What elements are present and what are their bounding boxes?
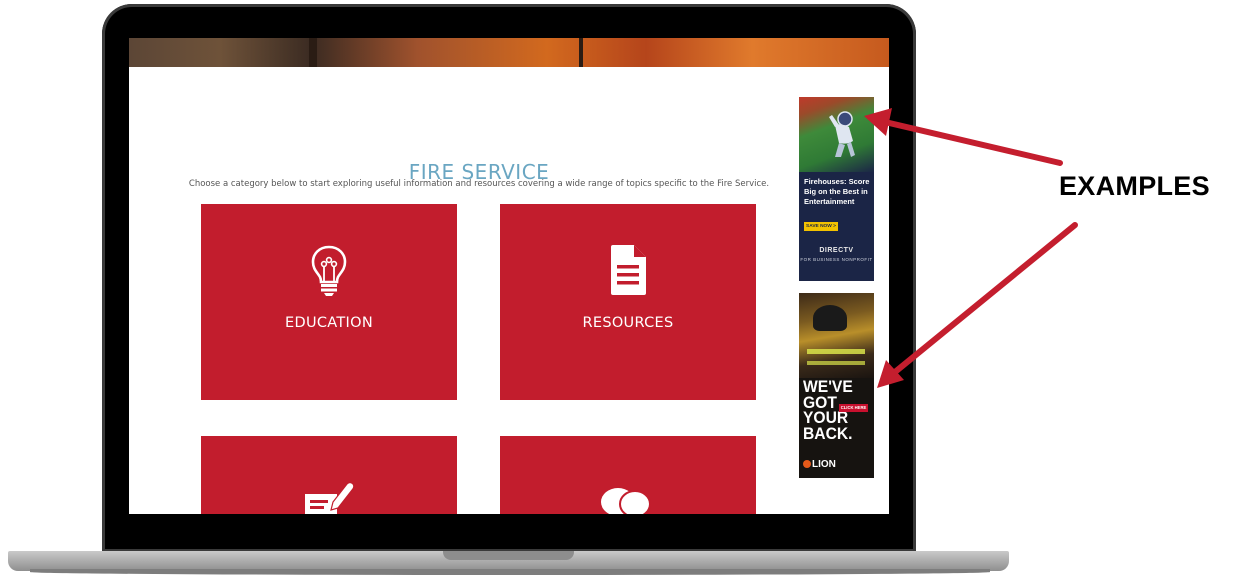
sidebar-ad-directv[interactable]: Firehouses: Score Big on the Best in Ent… [799, 97, 874, 281]
lightbulb-icon [311, 245, 347, 296]
ad-brand-logo: LION [803, 459, 836, 471]
annotation-arrow-lower [892, 222, 1078, 375]
ad-brand: LION [812, 459, 836, 470]
form-pen-icon [305, 481, 355, 514]
category-card-forms[interactable] [201, 436, 457, 514]
helmet-shape [813, 305, 847, 331]
ad-headline: Firehouses: Score Big on the Best in Ent… [804, 177, 870, 206]
annotation-label: EXAMPLES [1059, 171, 1210, 201]
document-icon [611, 245, 646, 295]
category-card-resources[interactable]: RESOURCES [500, 204, 756, 400]
laptop-base-shadow [30, 569, 990, 575]
page-subtitle: Choose a category below to start explori… [188, 179, 770, 189]
ad-brand-sub: FOR BUSINESS NONPROFIT [800, 257, 873, 262]
laptop-notch [443, 551, 574, 560]
category-card-education[interactable]: EDUCATION [201, 204, 457, 400]
reflective-stripe [807, 349, 865, 354]
sidebar-ad-lion[interactable]: WE'VE GOT YOUR BACK. CLICK HERE LION [799, 293, 874, 478]
lion-logo-icon [803, 460, 811, 468]
ad-cta-button[interactable]: CLICK HERE [839, 404, 868, 412]
ad-image [799, 293, 874, 378]
ad-cta-button[interactable]: SAVE NOW > [804, 222, 838, 231]
ad-brand: DIRECTV [819, 247, 854, 254]
speech-bubbles-icon [601, 488, 651, 514]
category-label: EDUCATION [285, 315, 373, 331]
category-label: RESOURCES [582, 315, 674, 331]
hero-banner [129, 38, 889, 67]
laptop-screen: FIRE SERVICE Choose a category below to … [129, 38, 889, 514]
hero-beam [309, 38, 317, 67]
category-card-discussion[interactable] [500, 436, 756, 514]
football-player-image [829, 111, 855, 157]
reflective-stripe [807, 361, 865, 365]
hero-beam [579, 38, 583, 67]
